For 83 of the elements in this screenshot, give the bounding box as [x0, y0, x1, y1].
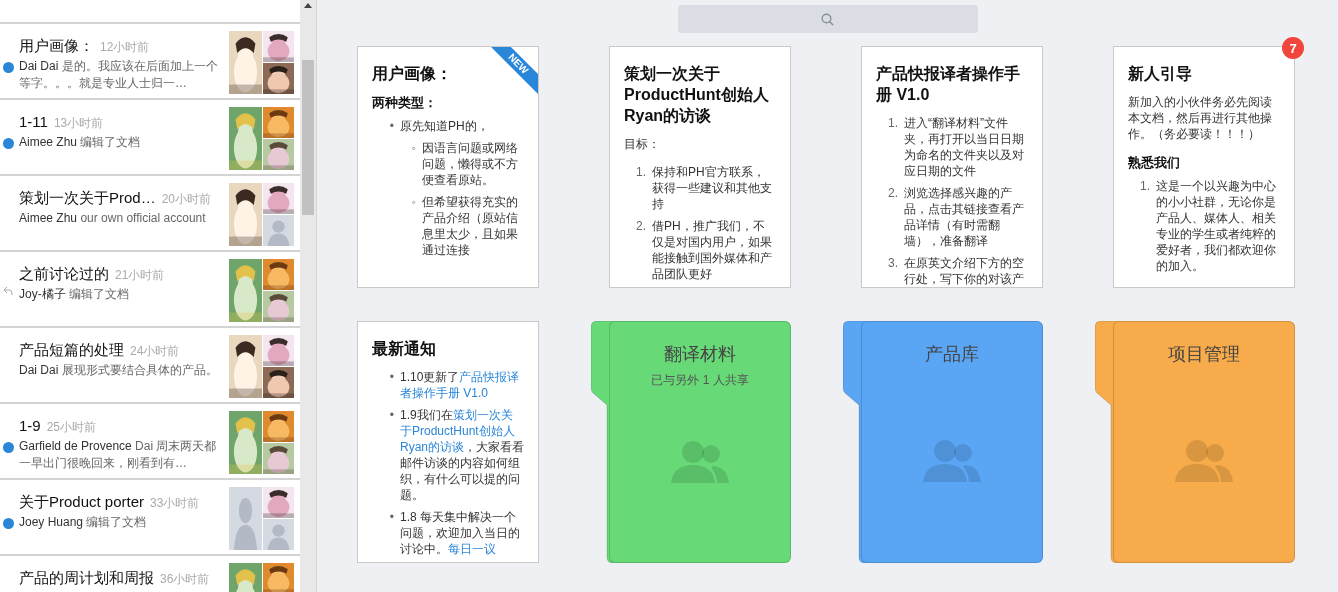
list-item-text: 这是一个以兴趣为中心的小小社群，无论你是产品人、媒体人、相关专业的学生或者纯粹的爱好者，我们都欢迎你的加入。: [1156, 179, 1276, 273]
conversation-title: 1-9: [19, 417, 41, 434]
folder-name: 产品库: [925, 343, 979, 366]
conversation-title: 策划一次关于Prod…: [19, 189, 156, 206]
conversation-time: 21小时前: [115, 268, 165, 282]
document-link[interactable]: 产品快报译: [459, 370, 520, 384]
conversation-time: 25小时前: [46, 420, 97, 434]
paragraph: 新加入的小伙伴务必先阅读本文档，然后再进行其他操作。（务必要读！！！）: [1128, 94, 1273, 142]
conversation-title: 关于Product porter: [19, 493, 145, 510]
notification-badge: 7: [1282, 37, 1304, 59]
folder-card[interactable]: 项目管理: [1113, 321, 1295, 563]
search-field[interactable]: [677, 5, 978, 33]
list-marker: •: [388, 369, 395, 386]
list-item-text: 1.9我们在策划一次关 于ProductHunt创始人 Ryan的访谈，大家看看邮件访谈的内容如何组织，有什么可以提的问题。: [400, 407, 524, 503]
list-marker: •: [388, 407, 395, 424]
scroll-up-arrow-icon[interactable]: [304, 3, 312, 8]
scrollbar[interactable]: [300, 0, 317, 592]
people-icon: [1175, 438, 1233, 482]
document-title: 产品快报译者操作手册 V1.0: [876, 64, 1021, 105]
conversation-item[interactable]: 产品的周计划和周报 36小时前: [0, 556, 300, 592]
people-icon: [923, 438, 981, 482]
conversation-time: 13小时前: [53, 116, 104, 130]
document-title: 策划一次关于ProductHunt创始人Ryan的访谈: [624, 64, 770, 126]
document-link[interactable]: 策划一次关: [452, 408, 513, 422]
list-marker: ◦: [410, 140, 417, 157]
conversation-preview: Aimee Zhu 编辑了文档: [19, 134, 142, 151]
list-item-text: 原先知道PH的，: [400, 119, 489, 133]
folder-name: 项目管理: [1168, 343, 1240, 366]
conversation-preview: Dai Dai 展现形式要结合具体的产品。: [19, 362, 219, 379]
list-marker: •: [388, 118, 395, 135]
conversation-title: 之前讨论过的: [19, 265, 109, 282]
folder-card[interactable]: 翻译材料 已与另外 1 人共享: [609, 321, 791, 563]
document-card[interactable]: 策划一次关于ProductHunt创始人Ryan的访谈 目标： 1. 保持和PH官方联系，获得一些建议和其他支持 2. 借PH，推广我们，不仅是对国内用户，如果能接触到国外媒体和产品团队更好: [609, 46, 791, 288]
conversation-time: 24小时前: [130, 344, 180, 358]
conversation-title: 产品短篇的处理: [19, 341, 124, 358]
list-item-text: 借PH，推广我们，不仅是对国内用户，如果能接触到国外媒体和产品团队更好: [652, 219, 772, 281]
list-marker: 2.: [887, 185, 899, 202]
people-icon: [671, 439, 729, 483]
conversation-title: 用户画像：: [19, 37, 94, 54]
conversation-time: 33小时前: [150, 496, 200, 510]
list-item-text: 进入“翻译材料”文件夹，再打开以当日日期为命名的文件夹以及对应日期的文件: [904, 116, 1024, 178]
list-item-text: 但希望获得充实的产品介绍（原站信息里太少，且如果通过连接: [422, 195, 518, 257]
document-card[interactable]: 最新通知 • 1.10更新了产品快报译 者操作手册 V1.0 • 1.9我们在策划一次关 于ProductHunt创始人 Ryan的访谈，大家看看邮件访谈的内容如何组织，有什么可以提的问题。 • 1.8 每天集中解决一个问题，欢迎加入当日的讨论中。每日一议: [357, 321, 539, 563]
section-heading: 两种类型：: [372, 94, 438, 112]
default-avatar-icon: [263, 215, 294, 246]
list-item-text: 浏览选择感兴趣的产品，点击其链接查看产品详情（有时需翻墙），准备翻译: [904, 186, 1024, 248]
list-item-text: 在原英文介绍下方的空行处，写下你的对该产: [904, 256, 1024, 286]
folder-card[interactable]: 产品库: [861, 321, 1043, 563]
list-marker: 1.: [635, 164, 647, 181]
document-link[interactable]: 于ProductHunt创始人: [400, 424, 515, 438]
conversation-preview: Aimee Zhu our own official account: [19, 210, 207, 227]
list-marker: 1.: [1139, 178, 1151, 195]
scrollbar-thumb[interactable]: [302, 60, 314, 215]
list-marker: •: [388, 509, 395, 526]
conversation-preview: Dai Dai 是的。我应该在后面加上一个等字。。。就是专业人士归一…: [19, 58, 219, 92]
folder-name: 翻译材料: [664, 343, 736, 366]
section-heading: 熟悉我们: [1128, 154, 1181, 172]
document-title: 新人引导: [1128, 64, 1193, 84]
paragraph: 目标：: [624, 136, 661, 152]
list-item-text: 因语言问题或网络问题，懒得或不方便查看原站。: [422, 141, 518, 187]
conversation-preview: Garfield de Provence Dai 周末两天都一早出门很晚回来，刚看到有…: [19, 438, 218, 472]
conversation-title: 1-11: [19, 113, 48, 130]
list-marker: 3.: [887, 255, 899, 272]
list-marker: ◦: [410, 194, 417, 211]
conversation-item[interactable]: 关于Product porter 33小时前 Joey Huang 编辑了文档: [0, 480, 300, 556]
document-title: 最新通知: [372, 339, 437, 359]
list-item-text: 1.10更新了产品快报译 者操作手册 V1.0: [400, 369, 521, 401]
share-info: 已与另外 1 人共享: [651, 372, 749, 389]
list-marker: 1.: [887, 115, 899, 132]
conversation-time: 36小时前: [160, 572, 210, 586]
document-link[interactable]: 者操作手册 V1.0: [400, 386, 489, 400]
search-icon: [821, 12, 834, 26]
document-card[interactable]: 产品快报译者操作手册 V1.0 1. 进入“翻译材料”文件夹，再打开以当日日期为命名的文件夹以及对应日期的文件 2. 浏览选择感兴趣的产品，点击其链接查看产品详情（有时需翻墙），准备翻译 3. 在原英文介绍下方的空行处，写下你的对该产: [861, 46, 1043, 288]
list-marker: 2.: [635, 218, 647, 235]
conversation-preview: Joey Huang 编辑了文档: [19, 514, 148, 531]
document-link[interactable]: Ryan的访谈: [400, 440, 464, 454]
list-item-text: 保持和PH官方联系，获得一些建议和其他支持: [652, 165, 772, 211]
conversation-time: 20小时前: [161, 192, 212, 206]
document-link[interactable]: 每日一议: [448, 542, 496, 556]
conversation-title: 产品的周计划和周报: [19, 569, 154, 586]
conversation-time: 12小时前: [100, 40, 150, 54]
list-item-text: 1.8 每天集中解决一个问题，欢迎加入当日的讨论中。每日一议: [400, 509, 521, 557]
conversation-preview: Joy-橘子 编辑了文档: [19, 286, 130, 303]
